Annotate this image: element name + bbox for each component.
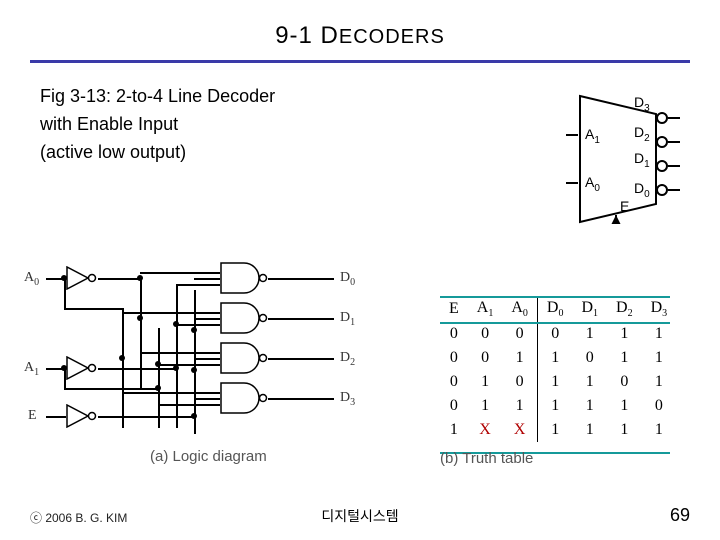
caption-a: (a) Logic diagram [150,448,267,465]
tt-cell: 1 [502,394,537,418]
truth-table: E A1 A0 D0 D1 D2 D3 00001110011011010110… [440,296,680,442]
tt-cell: 1 [468,370,503,394]
tt-cell: 1 [642,346,677,370]
tt-cell: 0 [502,322,537,346]
tt-cell: 1 [642,370,677,394]
inverter-icon [66,266,98,290]
tt-cell: 1 [537,346,572,370]
title-rule [30,60,690,63]
tt-cell: 1 [440,418,468,442]
tt-cell: 0 [642,394,677,418]
tt-cell: 1 [537,370,572,394]
description-block: Fig 3-13: 2-to-4 Line Decoder with Enabl… [40,82,275,166]
title-smallcaps: ECODERS [339,26,445,48]
tt-cell: X [502,418,537,442]
footer-title: 디지털시스템 [0,506,720,526]
tt-cell: 1 [468,394,503,418]
desc-line-2: with Enable Input [40,110,275,138]
inverter-icon [66,356,98,380]
tt-cell: 0 [502,370,537,394]
tt-cell: 1 [537,394,572,418]
tt-cell: 1 [642,418,677,442]
caption-b: (b) Truth table [440,450,533,467]
tt-cell: 1 [572,322,607,346]
tt-cell: 0 [468,322,503,346]
nand-gate-icon [220,382,268,414]
tt-cell: 1 [607,346,642,370]
tt-cell: 1 [502,346,537,370]
nand-gate-icon [220,302,268,334]
tt-cell: 1 [572,394,607,418]
slide-title: 9-1 DECODERS [0,0,720,50]
tt-cell: 0 [440,394,468,418]
tt-cell: 1 [572,370,607,394]
decoder-symbol: A1 A0 E D3 D2 D1 D0 [578,94,658,224]
inverter-icon [66,404,98,428]
nand-gate-icon [220,262,268,294]
tt-cell: 0 [607,370,642,394]
tt-cell: 1 [642,322,677,346]
tt-cell: 0 [468,346,503,370]
tt-cell: 0 [440,370,468,394]
title-prefix: 9-1 D [275,22,339,49]
page-number: 69 [670,505,690,526]
tt-cell: 0 [440,346,468,370]
tt-cell: 0 [537,322,572,346]
desc-line-3: (active low output) [40,138,275,166]
logic-diagram: A0 A1 E D0 D1 [50,268,400,483]
tt-cell: 1 [607,418,642,442]
tt-cell: 1 [572,418,607,442]
tt-cell: 1 [537,418,572,442]
tt-cell: 0 [440,322,468,346]
nand-gate-icon [220,342,268,374]
tt-cell: 0 [572,346,607,370]
tt-cell: 1 [607,322,642,346]
tt-cell: X [468,418,503,442]
tt-cell: 1 [607,394,642,418]
desc-line-1: Fig 3-13: 2-to-4 Line Decoder [40,82,275,110]
